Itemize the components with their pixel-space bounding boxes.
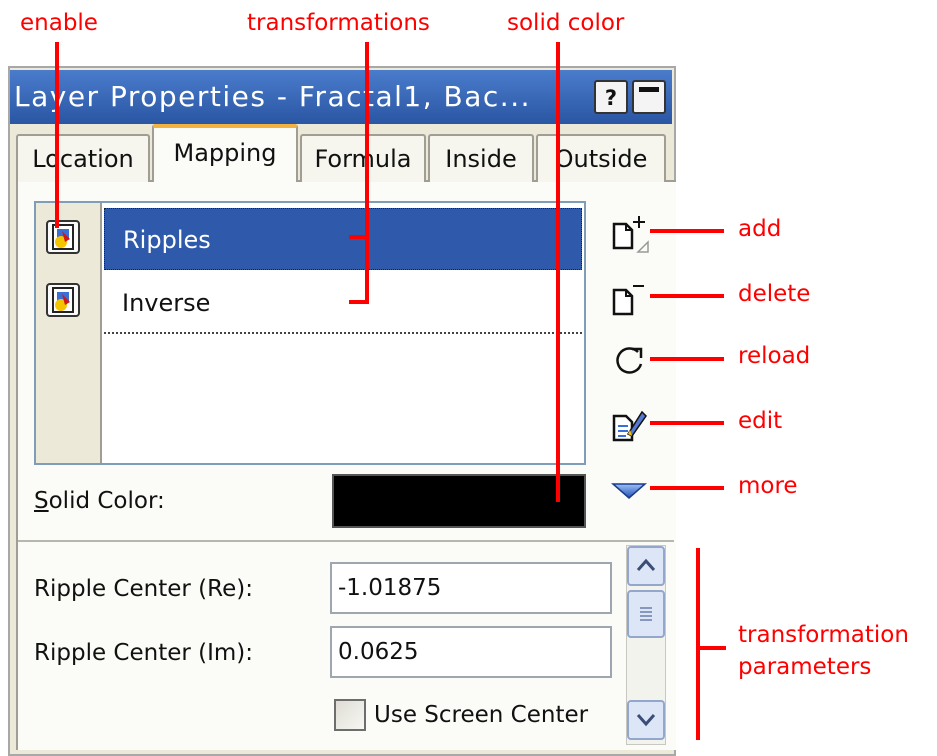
annotation-line-parameters-tick <box>696 646 726 650</box>
annotation-enable: enable <box>20 10 98 36</box>
annotation-more: more <box>738 473 798 499</box>
list-item-inverse[interactable]: Inverse <box>104 272 582 334</box>
annotation-transformations: transformations <box>247 10 430 36</box>
solid-color-mnemonic: S <box>34 488 49 514</box>
solid-color-fill <box>340 482 578 520</box>
annotation-line-more <box>650 486 724 490</box>
annotation-line-transformations-inverse <box>349 300 369 304</box>
enable-layer-icon <box>52 224 74 250</box>
tab-formula[interactable]: Formula <box>300 134 426 182</box>
ripple-center-im-input[interactable]: 0.0625 <box>330 626 612 678</box>
annotation-line-enable <box>55 42 59 228</box>
annotation-transformation-parameters-2: parameters <box>738 654 872 680</box>
annotation-line-delete <box>650 294 724 298</box>
add-page-icon[interactable] <box>608 212 650 254</box>
annotation-line-solid-color <box>556 42 560 502</box>
ripple-center-re-label: Ripple Center (Re): <box>34 576 253 602</box>
grip-icon <box>640 607 652 621</box>
annotation-line-edit <box>650 421 724 425</box>
annotation-transformation-parameters-1: transformation <box>738 622 909 648</box>
annotation-line-transformations <box>365 42 369 304</box>
scroll-up-button[interactable] <box>627 546 665 586</box>
edit-icon[interactable] <box>608 404 650 446</box>
use-screen-center-checkbox[interactable] <box>334 699 366 731</box>
annotation-line-parameters <box>696 548 700 740</box>
annotation-line-add <box>650 229 724 233</box>
svg-text:?: ? <box>605 86 617 110</box>
tab-mapping[interactable]: Mapping <box>152 124 298 182</box>
use-screen-center-label: Use Screen Center <box>374 702 589 728</box>
minimize-icon[interactable] <box>632 80 666 114</box>
annotation-line-reload <box>650 357 724 361</box>
annotation-add: add <box>738 216 782 242</box>
section-divider <box>18 540 674 542</box>
solid-color-swatch[interactable] <box>332 474 586 528</box>
tab-inside[interactable]: Inside <box>428 134 534 182</box>
chevron-down-icon <box>636 714 656 727</box>
list-item-ripples[interactable]: Ripples <box>104 208 582 270</box>
window-title: Layer Properties - Fractal1, Bac... <box>14 80 532 113</box>
delete-page-icon[interactable] <box>608 278 650 320</box>
reload-icon[interactable] <box>608 340 650 382</box>
enable-layer-icon <box>52 287 74 313</box>
enable-toggle-inverse[interactable] <box>46 283 80 317</box>
solid-color-label: Solid Color: <box>34 488 165 514</box>
solid-color-label-text: olid Color: <box>48 488 165 514</box>
enable-toggle-ripples[interactable] <box>46 220 80 254</box>
annotation-line-transformations-ripples <box>349 235 369 239</box>
triangle-down-icon[interactable] <box>608 470 650 512</box>
tab-location[interactable]: Location <box>16 134 150 182</box>
annotation-delete: delete <box>738 281 811 307</box>
annotation-solid-color: solid color <box>507 10 625 36</box>
annotation-edit: edit <box>738 408 783 434</box>
scroll-down-button[interactable] <box>627 700 665 740</box>
annotation-reload: reload <box>738 343 811 369</box>
scroll-thumb[interactable] <box>627 590 665 638</box>
chevron-up-icon <box>636 558 656 571</box>
ripple-center-im-label: Ripple Center (Im): <box>34 640 254 666</box>
ripple-center-re-input[interactable]: -1.01875 <box>330 562 612 614</box>
question-mark-icon[interactable]: ? <box>594 80 628 114</box>
